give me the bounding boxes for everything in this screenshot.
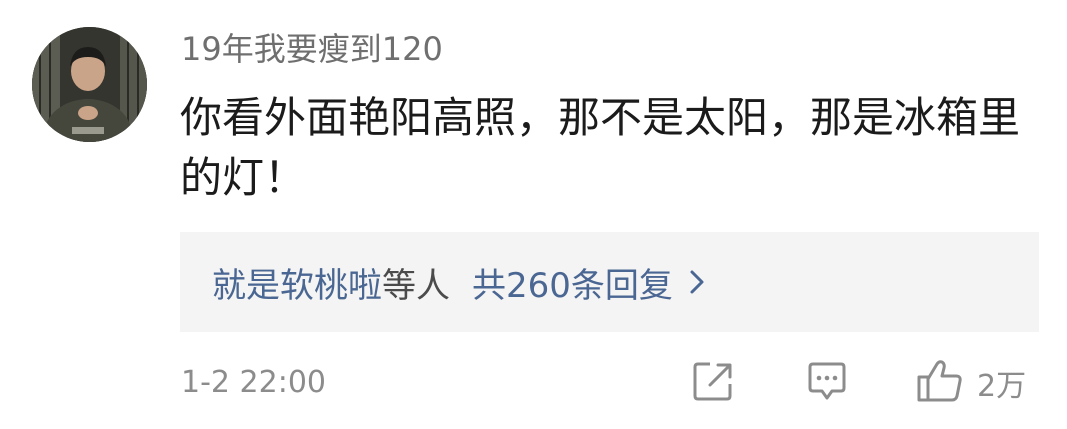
comment-username[interactable]: 19年我要瘦到120 [181,27,443,71]
reply-button[interactable] [804,359,850,407]
comment-icon [804,358,850,408]
chevron-right-icon [687,267,707,297]
reply-suffix: 等人 [382,265,450,306]
comment-timestamp: 1-2 22:00 [181,365,326,400]
comment-text: 你看外面艳阳高照，那不是太阳，那是冰箱里的灯！ [180,93,1021,202]
like-button[interactable]: 2万 [915,359,1026,407]
thumbs-up-icon [915,358,965,408]
avatar-image [32,27,147,142]
reply-username[interactable]: 就是软桃啦 [212,258,382,307]
share-icon [690,358,736,408]
like-count: 2万 [977,369,1027,404]
reply-count[interactable]: 共260条回复 [472,258,673,307]
share-button[interactable] [690,359,736,407]
replies-preview[interactable]: 就是软桃啦 等人 共260条回复 [180,232,1039,332]
avatar[interactable] [32,27,147,142]
